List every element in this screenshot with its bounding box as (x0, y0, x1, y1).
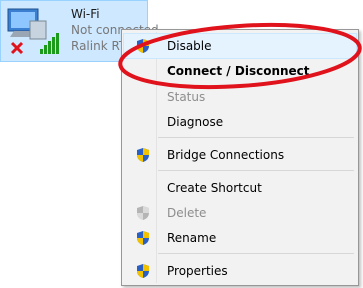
menu-item-label: Delete (167, 206, 207, 220)
menu-item-label: Diagnose (167, 115, 224, 129)
menu-item-label: Properties (167, 264, 228, 278)
menu-item-bridge-connections[interactable]: Bridge Connections (124, 143, 356, 167)
menu-item-label: Disable (167, 39, 212, 53)
menu-separator (158, 137, 354, 138)
uac-shield-icon (137, 231, 149, 245)
menu-item-rename[interactable]: Rename (124, 226, 356, 250)
uac-shield-icon (137, 148, 149, 162)
context-menu: Disable Connect / Disconnect Status Diag… (121, 29, 359, 286)
menu-item-properties[interactable]: Properties (124, 259, 356, 283)
menu-item-status[interactable]: Status (124, 85, 356, 109)
menu-item-label: Status (167, 90, 206, 104)
menu-item-disable[interactable]: Disable (123, 33, 357, 59)
uac-shield-icon (137, 264, 149, 278)
menu-item-create-shortcut[interactable]: Create Shortcut (124, 176, 356, 200)
menu-item-connect-disconnect[interactable]: Connect / Disconnect (124, 59, 356, 83)
menu-item-diagnose[interactable]: Diagnose (124, 110, 356, 134)
menu-separator (158, 253, 354, 254)
menu-item-label: Connect / Disconnect (167, 64, 310, 78)
uac-shield-icon (137, 206, 149, 220)
adapter-name: Wi-Fi (71, 7, 100, 21)
menu-item-label: Create Shortcut (167, 181, 262, 195)
menu-separator (158, 170, 354, 171)
wifi-network-adapter-icon (7, 8, 59, 55)
menu-item-label: Bridge Connections (167, 148, 285, 162)
menu-item-delete[interactable]: Delete (124, 201, 356, 225)
menu-item-label: Rename (167, 231, 217, 245)
uac-shield-icon (137, 39, 149, 53)
